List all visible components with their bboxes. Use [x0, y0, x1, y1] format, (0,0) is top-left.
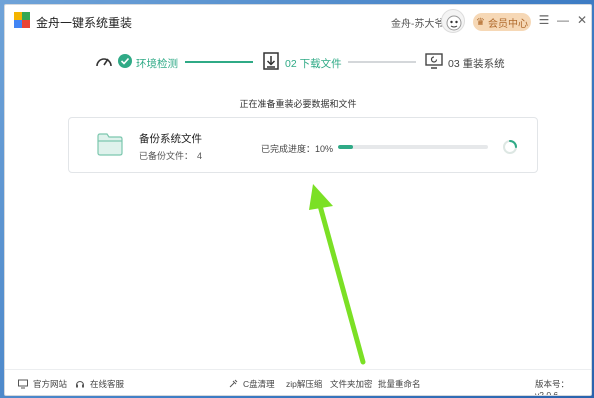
app-window: 金舟一键系统重装 金舟-苏大爷 ♛ 会员中心 ☰ — ✕ 环境检测 02 下载文… — [4, 4, 592, 396]
progress-value: 10% — [315, 144, 334, 154]
folder-encrypt-link[interactable]: 文件夹加密 — [330, 378, 373, 390]
app-title: 金舟一键系统重装 — [36, 16, 133, 30]
progress-bar-fill — [338, 145, 353, 149]
backup-count: 已备份文件： 4 — [139, 149, 202, 162]
tool-batch-rename: 批量重命名 — [378, 379, 421, 389]
tools-icon — [229, 379, 238, 388]
step-line-1 — [185, 61, 253, 63]
headset-icon — [76, 381, 84, 388]
monitor-icon — [18, 379, 28, 389]
title-bar: 金舟一键系统重装 金舟-苏大爷 ♛ 会员中心 ☰ — ✕ — [5, 5, 591, 37]
backup-count-label: 已备份文件： — [139, 151, 194, 161]
official-site-link[interactable]: 官方网站 — [18, 378, 67, 390]
tool-c-drive-clean: C盘清理 — [243, 379, 275, 389]
batch-rename-link[interactable]: 批量重命名 — [378, 378, 421, 390]
step-indicator: 环境检测 02 下载文件 03 重装系统 — [5, 45, 591, 77]
app-logo-icon — [14, 12, 30, 28]
close-button[interactable]: ✕ — [575, 13, 589, 27]
vip-center-label: 会员中心 — [487, 18, 528, 30]
status-text: 正在准备重装必要数据和文件 — [239, 99, 357, 109]
folder-icon — [97, 133, 123, 156]
tool-folder-encrypt: 文件夹加密 — [330, 379, 373, 389]
progress-bar — [338, 145, 488, 149]
progress-text: 已完成进度：10% — [261, 142, 333, 155]
avatar-face-icon — [446, 15, 462, 31]
step-env-check-label: 环境检测 — [136, 58, 178, 70]
avatar[interactable] — [441, 9, 465, 33]
step-download-label: 02 下载文件 — [285, 58, 342, 70]
step-reinstall-label: 03 重装系统 — [448, 58, 505, 70]
version-label: 版本号：v2.0.6 — [535, 379, 570, 396]
minimize-button[interactable]: — — [556, 13, 570, 27]
task-title: 备份系统文件 — [139, 133, 202, 145]
backup-count-value: 4 — [197, 151, 203, 161]
download-file-icon — [263, 52, 279, 70]
loading-spinner-icon — [503, 140, 517, 154]
backup-task-card: 备份系统文件 已备份文件： 4 已完成进度：10% — [68, 117, 538, 173]
c-drive-clean-link[interactable]: C盘清理 — [228, 378, 275, 390]
check-circle-icon — [118, 54, 132, 68]
crown-icon: ♛ — [476, 16, 485, 28]
online-service-label: 在线客服 — [90, 379, 125, 389]
version-text: 版本号：v2.0.6 — [535, 378, 591, 396]
step-line-2 — [348, 61, 416, 63]
monitor-reinstall-icon — [425, 53, 443, 69]
progress-label: 已完成进度： — [261, 144, 316, 154]
speedometer-icon — [96, 58, 112, 67]
zip-link[interactable]: zip解压缩 — [286, 378, 322, 390]
footer-bar: 官方网站 在线客服 C盘清理 zip解压缩 文件夹加密 批量重命名 版本号：v2 — [5, 369, 591, 395]
official-site-label: 官方网站 — [33, 379, 68, 389]
tool-zip: zip解压缩 — [286, 379, 323, 389]
online-service-link[interactable]: 在线客服 — [75, 378, 124, 390]
vip-center-button[interactable]: ♛ 会员中心 — [473, 13, 531, 31]
annotation-arrow-icon — [309, 184, 366, 365]
menu-button[interactable]: ☰ — [537, 13, 551, 27]
user-name[interactable]: 金舟-苏大爷 — [391, 15, 444, 30]
